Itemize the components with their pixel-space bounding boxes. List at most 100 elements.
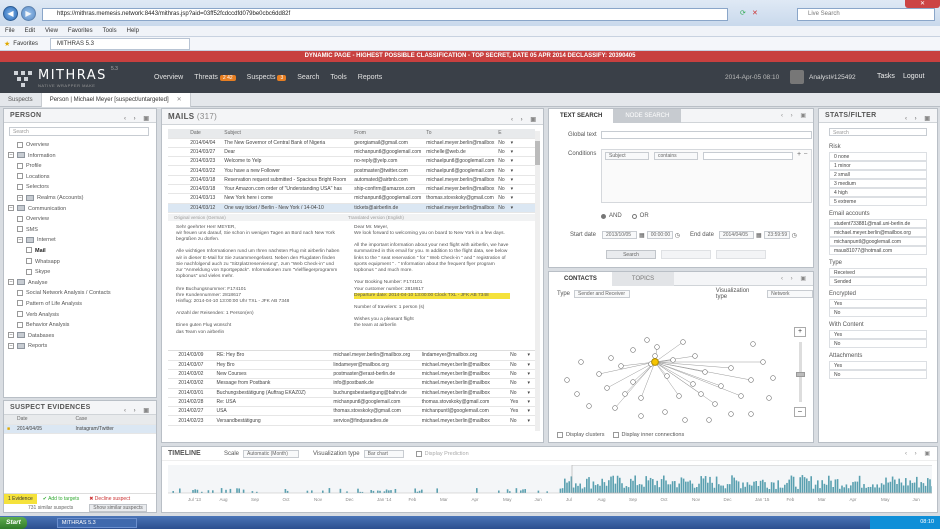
contact-node[interactable]	[630, 379, 636, 385]
row-menu-icon[interactable]: ▾	[507, 203, 535, 213]
row-menu-icon[interactable]: ▾	[507, 184, 535, 195]
row-menu-icon[interactable]: ▾	[507, 147, 535, 158]
tree-item[interactable]: – Information	[8, 151, 152, 162]
mail-row[interactable]: 2014/03/01 Buchungsbestätigung (Auftrag E…	[168, 388, 535, 398]
mail-row[interactable]: 2014/02/23 Versandbestätigung service@find…	[168, 415, 535, 426]
tree-item[interactable]: Behavior Analysis	[8, 320, 152, 331]
nav-tools[interactable]: Tools	[330, 74, 346, 81]
panel-controls-icon[interactable]: ‹ › ▣	[905, 450, 933, 457]
contact-node[interactable]	[670, 357, 676, 363]
tree-item[interactable]: Pattern of Life Analysis	[8, 299, 152, 310]
expand-icon[interactable]: –	[8, 279, 14, 286]
tab-text-search[interactable]: TEXT SEARCH	[549, 108, 614, 123]
contact-node[interactable]	[644, 337, 650, 343]
row-checkbox[interactable]	[168, 138, 188, 148]
contact-node[interactable]	[682, 417, 688, 423]
menu-item-view[interactable]: View	[45, 26, 58, 37]
mail-row[interactable]: 2014/03/12 One way ticket / Berlin - New …	[168, 203, 535, 213]
mail-row[interactable]: 2014/03/23 Welcome to Yelp no-reply@yelp.c…	[168, 156, 535, 167]
contact-node[interactable]	[638, 413, 644, 419]
tree-item[interactable]: – Communication	[8, 204, 152, 215]
row-menu-icon[interactable]: ▾	[507, 175, 535, 186]
tree-item[interactable]: Profile	[8, 161, 152, 172]
col-date[interactable]: Date	[187, 129, 222, 139]
filter-option[interactable]: 1 minor	[829, 161, 927, 170]
contact-node[interactable]	[690, 381, 696, 387]
row-checkbox[interactable]	[168, 378, 176, 389]
expand-icon[interactable]: –	[17, 194, 23, 201]
tree-item[interactable]: – Internet	[8, 235, 152, 246]
calendar-icon[interactable]: ▦	[756, 232, 762, 239]
clock-icon[interactable]: ◷	[792, 232, 797, 239]
panel-controls-icon[interactable]: ‹ › ▣	[781, 275, 809, 282]
end-date-input[interactable]: 2014/04/05	[718, 231, 754, 239]
vis-select[interactable]: Bar chart	[363, 449, 404, 458]
contact-node[interactable]	[654, 344, 660, 350]
taskbar-item[interactable]: MITHRAS 5.3	[56, 517, 137, 528]
contact-node[interactable]	[702, 369, 708, 375]
filter-option[interactable]: Sended	[829, 277, 927, 286]
tree-item[interactable]: – Realms (Accounts)	[8, 193, 152, 204]
condition-value-input[interactable]	[703, 152, 793, 160]
contact-node[interactable]	[692, 353, 698, 359]
back-icon[interactable]: ◀	[3, 6, 18, 21]
tab-topics[interactable]: TOPICS	[611, 271, 675, 286]
contact-node[interactable]	[630, 347, 636, 353]
logout-link[interactable]: Logout	[903, 73, 924, 80]
tree-item[interactable]: – Analyse	[8, 278, 152, 289]
nav-overview[interactable]: Overview	[154, 74, 183, 81]
row-checkbox[interactable]	[168, 165, 188, 176]
timeline-chart[interactable]: Jul '13 Aug Sep Oct Nov Dec Jan '14 Feb Mar Apr Ma…	[168, 465, 932, 511]
row-menu-icon[interactable]: ▾	[524, 388, 535, 398]
row-checkbox[interactable]	[168, 397, 176, 408]
col-subject[interactable]: Subject	[221, 129, 352, 139]
contact-node[interactable]	[706, 417, 712, 423]
contact-node[interactable]	[766, 395, 772, 401]
condition-operator-select[interactable]: contains	[654, 152, 698, 160]
row-checkbox[interactable]	[168, 369, 176, 380]
show-similar-button[interactable]: Show similar suspects	[89, 504, 147, 512]
inner-connections-checkbox[interactable]	[612, 432, 619, 438]
mail-row[interactable]: 2014/03/18 Your Amazon.com order of "Unde…	[168, 184, 535, 195]
filter-option[interactable]: No	[829, 308, 927, 317]
tree-item[interactable]: Skype	[8, 267, 152, 278]
tree-item[interactable]: – Databases	[8, 331, 152, 342]
search-button[interactable]: Search	[606, 250, 656, 259]
select-all-checkbox[interactable]	[168, 129, 188, 139]
tree-item[interactable]: Whatsapp	[8, 257, 152, 268]
contact-node[interactable]	[760, 359, 766, 365]
filter-option[interactable]: Received	[829, 268, 927, 277]
filter-option[interactable]: 3 medium	[829, 179, 927, 188]
address-bar[interactable]: https://mithras.memesis.network:8443/mit…	[42, 8, 728, 21]
row-checkbox[interactable]	[168, 360, 176, 370]
contact-node[interactable]	[770, 375, 776, 381]
expand-icon[interactable]: –	[8, 205, 14, 212]
row-checkbox[interactable]	[168, 406, 176, 417]
filter-option[interactable]: student733881@mail.uni-berlin.de	[829, 219, 927, 228]
row-menu-icon[interactable]: ▾	[524, 360, 535, 370]
nav-search[interactable]: Search	[297, 74, 319, 81]
row-checkbox[interactable]	[168, 175, 188, 186]
refresh-icon[interactable]: ⟳	[740, 9, 746, 17]
row-checkbox[interactable]	[168, 388, 176, 398]
start-date-input[interactable]: 2013/10/05	[602, 231, 638, 239]
row-checkbox[interactable]	[168, 193, 188, 204]
expand-icon[interactable]: –	[17, 236, 23, 243]
row-menu-icon[interactable]: ▾	[507, 193, 535, 204]
contact-node[interactable]	[574, 391, 580, 397]
row-menu-icon[interactable]: ▾	[524, 369, 535, 380]
zoom-slider-handle[interactable]	[795, 372, 805, 377]
zoom-in-icon[interactable]: +	[794, 327, 806, 337]
end-time-input[interactable]: 23:59:59	[763, 231, 790, 239]
expand-icon[interactable]: –	[8, 332, 14, 339]
evidence-row[interactable]: ■ 2014/04/05 Instagram/Twitter	[4, 424, 156, 434]
mail-row[interactable]: 2014/03/02 New Courses postmaster@erast-be…	[168, 369, 535, 380]
panel-controls-icon[interactable]: ‹ › ▣	[511, 112, 539, 128]
start-button[interactable]: Start	[0, 516, 27, 529]
filter-option[interactable]: michael.meyer.berlin@mailbox.org	[829, 228, 927, 237]
contact-node[interactable]	[680, 339, 686, 345]
tree-item[interactable]: SMS	[8, 225, 152, 236]
filter-option[interactable]: 4 high	[829, 188, 927, 197]
filter-option[interactable]: Yes	[829, 361, 927, 370]
tasks-link[interactable]: Tasks	[877, 73, 895, 80]
